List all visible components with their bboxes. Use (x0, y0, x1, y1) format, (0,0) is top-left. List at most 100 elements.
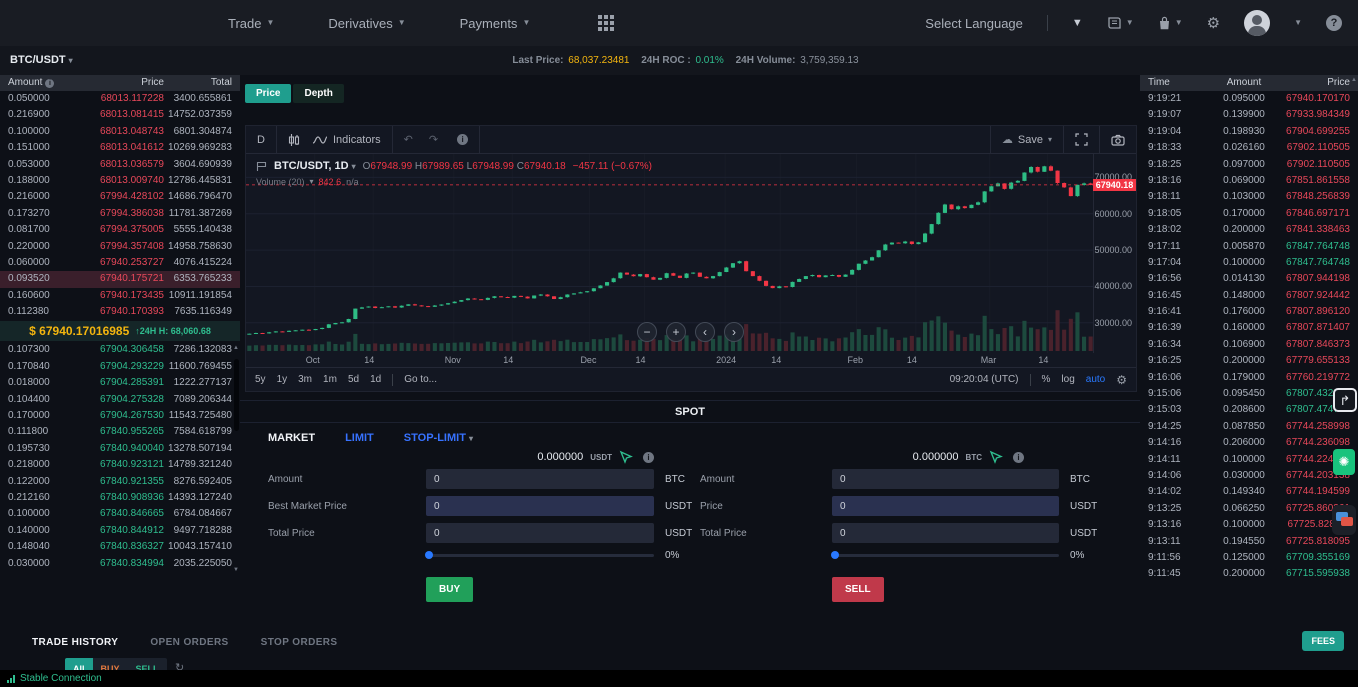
history-row[interactable]: 9:13:160.10000067725.828111 (1140, 517, 1358, 533)
history-row[interactable]: 9:11:560.12500067709.355169 (1140, 550, 1358, 566)
apps-grid-icon[interactable] (598, 15, 614, 31)
orderbook-row[interactable]: 0.05000068013.1172283400.655861 (0, 91, 240, 107)
orderbook-row[interactable]: 0.01800067904.2853911222.277137 (0, 375, 240, 391)
cursor-icon[interactable] (989, 450, 1003, 464)
info-icon[interactable]: i (1013, 452, 1024, 463)
sell-total-price-input[interactable] (832, 523, 1059, 543)
orderbook-row[interactable]: 0.16060067940.17343510911.191854 (0, 288, 240, 304)
history-row[interactable]: 9:14:110.10000067744.224817 (1140, 452, 1358, 468)
chat-extension-icon[interactable] (1332, 505, 1356, 535)
info-icon[interactable]: i (45, 79, 54, 88)
range-button-5y[interactable]: 5y (255, 374, 266, 385)
history-row[interactable]: 9:19:040.19893067904.699255 (1140, 124, 1358, 140)
flag-icon[interactable] (256, 161, 267, 172)
history-row[interactable]: 9:15:030.20860067807.474769 (1140, 402, 1358, 418)
percent-scale-button[interactable]: % (1042, 374, 1051, 385)
scroll-down-icon[interactable]: ▼ (233, 567, 239, 573)
range-button-1d[interactable]: 1d (370, 374, 381, 385)
orderbook-row[interactable]: 0.18800068013.00974012786.445831 (0, 173, 240, 189)
buy-amount-slider[interactable] (426, 554, 654, 557)
range-button-5d[interactable]: 5d (348, 374, 359, 385)
settings-gear-icon[interactable]: ⚙ (1116, 373, 1127, 387)
history-row[interactable]: 9:19:210.09500067940.170170 (1140, 91, 1358, 107)
log-scale-button[interactable]: log (1061, 374, 1074, 385)
scroll-up-icon[interactable]: ▲ (1351, 77, 1357, 83)
orderbook-row[interactable]: 0.15100068013.04161210269.969283 (0, 140, 240, 156)
nav-derivatives[interactable]: Derivatives ▼ (328, 16, 405, 31)
orderbook-row[interactable]: 0.10730067904.3064587286.132083 (0, 342, 240, 358)
sell-button[interactable]: SELL (832, 577, 884, 602)
info-icon[interactable]: i (643, 452, 654, 463)
symbol-selector[interactable]: BTC/USDT▾ (10, 54, 73, 66)
buy-best-market-price-input[interactable] (426, 496, 654, 516)
zoom-in-icon[interactable]: + (666, 322, 686, 342)
tab-stop-limit[interactable]: STOP-LIMIT ▾ (404, 432, 473, 444)
sell-price-input[interactable] (832, 496, 1059, 516)
history-row[interactable]: 9:18:050.17000067846.697171 (1140, 206, 1358, 222)
orderbook-row[interactable]: 0.14804067840.83632710043.157410 (0, 539, 240, 555)
share-icon[interactable]: ↱ (1333, 388, 1357, 412)
history-row[interactable]: 9:15:060.09545067807.432836 (1140, 386, 1358, 402)
history-row[interactable]: 9:14:020.14934067744.194599 (1140, 484, 1358, 500)
history-row[interactable]: 9:16:450.14800067807.924442 (1140, 288, 1358, 304)
fees-button[interactable]: FEES (1302, 631, 1344, 651)
info-icon[interactable]: i (457, 134, 468, 145)
history-row[interactable]: 9:17:040.10000067847.764748 (1140, 255, 1358, 271)
undo-icon[interactable]: ↶ (404, 133, 413, 146)
history-row[interactable]: 9:18:250.09700067902.110505 (1140, 157, 1358, 173)
history-row[interactable]: 9:16:410.17600067807.896120 (1140, 304, 1358, 320)
nav-payments[interactable]: Payments ▼ (460, 16, 531, 31)
tab-price[interactable]: Price (245, 84, 291, 103)
tab-limit[interactable]: LIMIT (345, 432, 374, 444)
buy-total-price-input[interactable] (426, 523, 654, 543)
orders-book-icon[interactable]: ▼ (1107, 16, 1134, 30)
history-row[interactable]: 9:14:250.08785067744.258998 (1140, 419, 1358, 435)
slider-thumb[interactable] (425, 551, 433, 559)
history-row[interactable]: 9:18:020.20000067841.338463 (1140, 222, 1358, 238)
orderbook-row[interactable]: 0.05300068013.0365793604.690939 (0, 157, 240, 173)
indicators-button[interactable]: Indicators (312, 134, 381, 146)
settings-gear-icon[interactable]: ⚙ (1207, 14, 1220, 32)
history-row[interactable]: 9:16:250.20000067779.655133 (1140, 353, 1358, 369)
tab-open-orders[interactable]: OPEN ORDERS (150, 637, 228, 648)
orderbook-row[interactable]: 0.21690068013.08141514752.037359 (0, 107, 240, 123)
orderbook-row[interactable]: 0.11180067840.9552657584.618799 (0, 424, 240, 440)
orderbook-row[interactable]: 0.08170067994.3750055555.140438 (0, 222, 240, 238)
legend-symbol[interactable]: BTC/USDT, 1D ▾ (274, 160, 356, 172)
camera-icon[interactable] (1111, 134, 1125, 146)
orderbook-row[interactable]: 0.21600067994.42810214686.796470 (0, 189, 240, 205)
history-row[interactable]: 9:18:110.10300067848.256839 (1140, 189, 1358, 205)
orderbook-row[interactable]: 0.10000068013.0487436801.304874 (0, 124, 240, 140)
zoom-out-icon[interactable]: − (637, 322, 657, 342)
account-dropdown-icon[interactable]: ▼ (1294, 19, 1302, 27)
cursor-icon[interactable] (619, 450, 633, 464)
range-button-3m[interactable]: 3m (298, 374, 312, 385)
auto-scale-button[interactable]: auto (1086, 374, 1105, 385)
help-icon[interactable]: ? (1326, 15, 1342, 31)
pan-left-icon[interactable]: ‹ (695, 322, 715, 342)
orderbook-row[interactable]: 0.19573067840.94004013278.507194 (0, 441, 240, 457)
history-row[interactable]: 9:16:560.01413067807.944198 (1140, 271, 1358, 287)
range-button-1y[interactable]: 1y (277, 374, 288, 385)
redo-icon[interactable]: ↷ (429, 133, 438, 146)
history-row[interactable]: 9:17:110.00587067847.764748 (1140, 239, 1358, 255)
user-avatar[interactable] (1244, 10, 1270, 36)
sell-amount-slider[interactable] (832, 554, 1059, 557)
orderbook-row[interactable]: 0.17327067994.38603811781.387269 (0, 206, 240, 222)
tab-market[interactable]: MARKET (268, 432, 315, 444)
buy-button[interactable]: BUY (426, 577, 473, 602)
history-row[interactable]: 9:14:060.03000067744.203138 (1140, 468, 1358, 484)
orderbook-row[interactable]: 0.10000067840.8466656784.084667 (0, 506, 240, 522)
select-language[interactable]: Select Language (925, 16, 1023, 31)
fullscreen-icon[interactable] (1075, 133, 1088, 146)
orderbook-scrollbar[interactable] (234, 359, 239, 431)
history-row[interactable]: 9:19:070.13990067933.984349 (1140, 107, 1358, 123)
assets-bag-icon[interactable]: ▼ (1158, 16, 1183, 31)
orderbook-row[interactable]: 0.14000067840.8449129497.718288 (0, 523, 240, 539)
interval-button[interactable]: D (257, 134, 265, 146)
history-row[interactable]: 9:16:340.10690067807.846373 (1140, 337, 1358, 353)
language-dropdown-icon[interactable]: ▼ (1072, 17, 1083, 29)
history-row[interactable]: 9:14:160.20600067744.236098 (1140, 435, 1358, 451)
chart-plot-area[interactable]: 70000.0060000.0050000.0040000.0030000.00… (246, 154, 1136, 353)
goto-button[interactable]: Go to... (404, 374, 437, 385)
